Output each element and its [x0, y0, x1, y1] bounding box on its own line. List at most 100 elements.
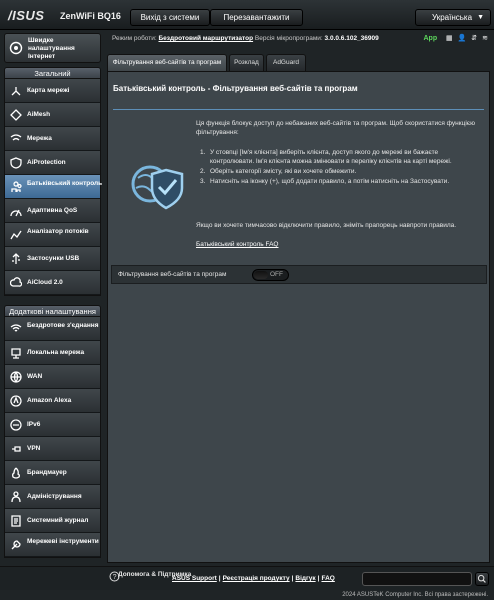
user-icon[interactable]: 👤: [458, 35, 467, 42]
wifi-icon[interactable]: ≋: [482, 35, 488, 42]
filter-toggle[interactable]: OFF: [252, 269, 289, 281]
sidebar-item-firewall[interactable]: Брандмауер: [5, 461, 100, 485]
network-map-icon: [11, 87, 21, 96]
product-registration-link[interactable]: Реєстрація продукту: [223, 575, 290, 582]
usb-app-icon: [12, 253, 20, 264]
top-bar: /ISUS ZenWiFi BQ16 Вихід з системи Перез…: [0, 0, 494, 30]
quick-setup-label: Швидке налаштування Інтернет: [28, 37, 75, 60]
sidebar-item-ipv6[interactable]: IPv6: [5, 413, 100, 437]
sidebar-item-label: Аналізатор потоків: [27, 228, 89, 235]
sidebar-item-label: Amazon Alexa: [27, 397, 72, 404]
aiprotection-icon: [10, 157, 22, 169]
instruction-step: 2. Оберіть категорії змісту, які ви хочет…: [200, 168, 357, 175]
sidebar-item-wireless[interactable]: Бездротове з'єднання: [5, 317, 100, 341]
copyright: 2024 ASUSTeK Computer Inc. Всі права зас…: [342, 592, 488, 598]
toggle-knob: [254, 271, 268, 279]
usb-icon[interactable]: ⇵: [471, 35, 477, 42]
qr-icon[interactable]: ▦: [446, 35, 453, 42]
sidebar-item-aimesh[interactable]: AiMesh: [5, 103, 100, 127]
sidebar-item-lan[interactable]: Локальна мережа: [5, 341, 100, 365]
tab-web-app-filter[interactable]: Фільтрування веб-сайтів та програм: [107, 54, 227, 71]
advanced-header: Додаткові налаштування: [4, 305, 101, 317]
status-icons: App ▦ 👤 ⇵ ≋: [420, 33, 488, 45]
app-indicator[interactable]: App: [423, 35, 437, 42]
tab-adguard[interactable]: AdGuard: [266, 54, 306, 71]
aicloud-icon: [10, 277, 22, 287]
asus-logo[interactable]: /ISUS: [8, 8, 44, 23]
sidebar-item-traffic-analyzer[interactable]: Аналізатор потоків: [5, 223, 100, 247]
sidebar-item-administration[interactable]: Адміністрування: [5, 485, 100, 509]
sidebar-item-label: Адаптивна QoS: [27, 207, 78, 214]
feedback-link[interactable]: Відгук: [295, 575, 315, 582]
sidebar-item-label: Застосунки USB: [27, 255, 80, 262]
toggle-state: OFF: [270, 271, 283, 278]
sidebar-item-aiprotection[interactable]: AiProtection: [5, 151, 100, 175]
language-value: Українська: [432, 13, 473, 22]
language-select[interactable]: Українська ▼: [415, 9, 491, 26]
wan-icon: [10, 371, 22, 383]
traffic-analyzer-icon: [10, 230, 22, 240]
sidebar-item-network-map[interactable]: Карта мережі: [5, 79, 100, 103]
instruction-list: 1. У стовпці [Ім'я клієнта] виберіть кліє…: [196, 148, 476, 187]
instruction-step: 1. У стовпці [Ім'я клієнта] виберіть кліє…: [200, 149, 452, 165]
sidebar-item-label: Локальна мережа: [27, 349, 85, 356]
mode-label: Режим роботи:: [112, 35, 157, 42]
filter-setting-label: Фільтрування веб-сайтів та програм: [118, 271, 227, 278]
sidebar-item-parental-control[interactable]: Батьківський контроль: [5, 175, 103, 199]
asus-support-link[interactable]: ASUS Support: [172, 575, 217, 582]
quick-setup-icon: [9, 41, 23, 55]
faq-footer-link[interactable]: FAQ: [321, 575, 334, 582]
sidebar-item-label: Карта мережі: [27, 87, 70, 94]
reboot-button[interactable]: Перезавантажити: [210, 9, 303, 26]
tab-schedule[interactable]: Розклад: [229, 54, 264, 71]
sidebar-item-label: AiCloud 2.0: [27, 279, 63, 286]
mode-link[interactable]: Бездротовий маршрутизатор: [159, 35, 254, 42]
logout-button[interactable]: Вихід з системи: [130, 9, 210, 26]
system-log-icon: [11, 515, 21, 527]
intro-text: Ця функція блокує доступ до небажаних ве…: [196, 120, 475, 136]
sidebar-item-wan[interactable]: WAN: [5, 365, 100, 389]
firewall-icon: [12, 467, 20, 479]
sidebar-item-label: Мережеві інструменти: [27, 538, 99, 545]
alexa-icon: [10, 395, 22, 407]
wireless-icon: [10, 324, 22, 332]
footer: ? Допомога & Підтримка ASUS Support | Реєс…: [0, 566, 494, 590]
sidebar-item-label: Бездротове з'єднання: [27, 322, 99, 329]
sidebar-item-system-log[interactable]: Системний журнал: [5, 509, 100, 533]
sidebar-item-network-tools[interactable]: Мережеві інструменти: [5, 533, 100, 557]
faq-link[interactable]: Батьківський контроль FAQ: [196, 241, 279, 248]
chevron-down-icon: ▼: [477, 14, 484, 21]
sidebar-item-label: VPN: [27, 445, 41, 452]
administration-icon: [11, 491, 21, 503]
search-icon[interactable]: [475, 572, 489, 586]
globe-shield-icon: [131, 165, 184, 210]
sidebar-item-alexa[interactable]: Amazon Alexa: [5, 389, 100, 413]
footer-search-input[interactable]: [362, 572, 472, 586]
svg-text:?: ?: [113, 574, 117, 581]
sidebar-item-qos[interactable]: Адаптивна QoS: [5, 199, 100, 223]
general-header: Загальний: [4, 67, 101, 79]
network-tools-icon: [11, 540, 21, 550]
sidebar-item-label: WAN: [27, 373, 43, 380]
title-divider: [113, 109, 484, 110]
sidebar-item-vpn[interactable]: VPN: [5, 437, 100, 461]
sidebar-item-label: AiProtection: [27, 159, 66, 166]
sidebar-item-aicloud[interactable]: AiCloud 2.0: [5, 271, 100, 295]
sidebar-item-label: IPv6: [27, 421, 41, 428]
quick-setup-button[interactable]: Швидке налаштування Інтернет: [4, 33, 101, 63]
firmware-label: Версія мікропрограми:: [254, 35, 323, 42]
sidebar-item-usb-app[interactable]: Застосунки USB: [5, 247, 100, 271]
page-title: Батьківський контроль - Фільтрування веб…: [113, 84, 358, 93]
firmware-link[interactable]: 3.0.0.6.102_36909: [325, 35, 379, 42]
parental-control-icon: [11, 181, 22, 192]
sidebar-item-label: Мережа: [27, 135, 52, 142]
sidebar-item-network[interactable]: Мережа: [5, 127, 100, 151]
sidebar-item-label: Системний журнал: [27, 517, 89, 524]
sidebar-item-label: Батьківський контроль: [27, 180, 103, 187]
general-menu: Карта мережі AiMesh Мережа AiProtection Бать…: [4, 79, 103, 296]
instruction-step: 3. Натисніть на іконку (+), щоб додати пр…: [200, 178, 450, 185]
main-panel: Батьківський контроль - Фільтрування веб…: [107, 71, 490, 563]
lan-icon: [11, 348, 21, 359]
model-name: ZenWiFi BQ16: [60, 11, 121, 21]
ipv6-icon: [10, 419, 22, 431]
